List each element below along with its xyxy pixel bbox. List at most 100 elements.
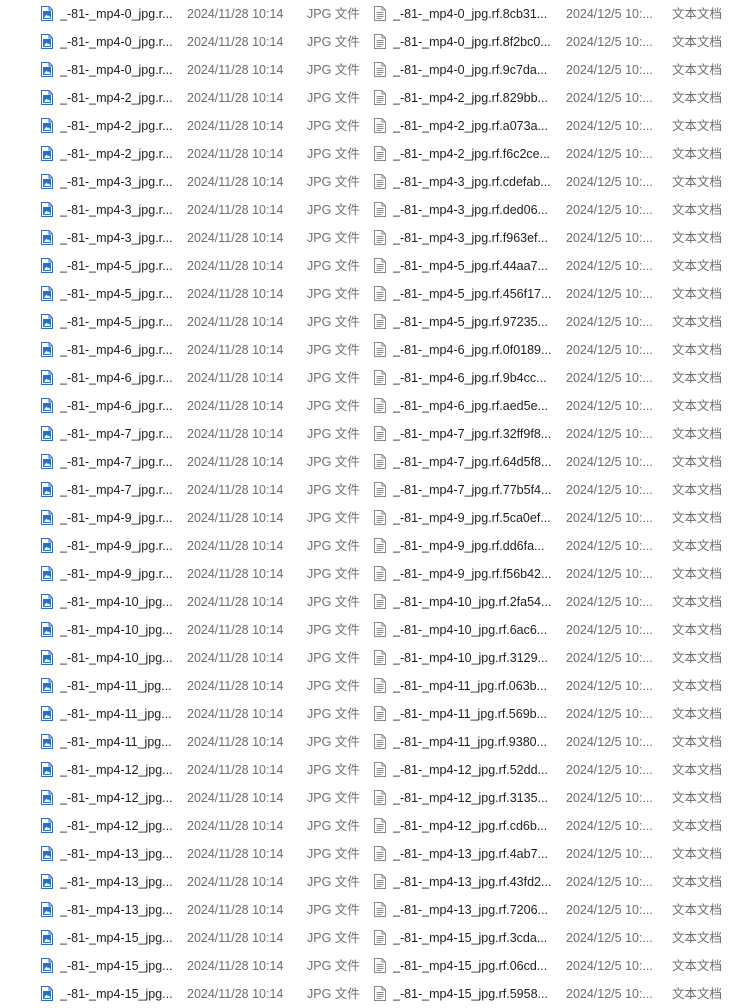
- jpg-file-name[interactable]: _-81-_mp4-10_jpg...: [60, 644, 178, 672]
- jpg-file-name[interactable]: _-81-_mp4-3_jpg.r...: [60, 168, 178, 196]
- text-file-icon: [374, 846, 386, 861]
- jpg-file-name[interactable]: _-81-_mp4-3_jpg.r...: [60, 224, 178, 252]
- text-file-icon: [374, 790, 386, 805]
- jpg-file-name[interactable]: _-81-_mp4-9_jpg.r...: [60, 532, 178, 560]
- jpg-file-icon: [41, 258, 53, 273]
- jpg-file-icon: [41, 90, 53, 105]
- txt-file-name[interactable]: _-81-_mp4-9_jpg.rf.f56b42...: [393, 560, 555, 588]
- jpg-file-date: 2024/11/28 10:14: [187, 119, 284, 133]
- jpg-file-name[interactable]: _-81-_mp4-2_jpg.r...: [60, 140, 178, 168]
- jpg-file-name[interactable]: _-81-_mp4-2_jpg.r...: [60, 112, 178, 140]
- jpg-file-name[interactable]: _-81-_mp4-7_jpg.r...: [60, 448, 178, 476]
- jpg-file-name[interactable]: _-81-_mp4-0_jpg.r...: [60, 56, 178, 84]
- txt-file-name[interactable]: _-81-_mp4-3_jpg.rf.cdefab...: [393, 168, 555, 196]
- txt-file-name[interactable]: _-81-_mp4-13_jpg.rf.7206...: [393, 896, 555, 924]
- txt-file-name[interactable]: _-81-_mp4-7_jpg.rf.32ff9f8...: [393, 420, 555, 448]
- jpg-file-type: JPG 文件: [307, 7, 360, 21]
- jpg-file-name[interactable]: _-81-_mp4-15_jpg...: [60, 952, 178, 980]
- jpg-file-name[interactable]: _-81-_mp4-10_jpg...: [60, 616, 178, 644]
- txt-file-type: 文本文档: [672, 119, 723, 133]
- file-row: _-81-_mp4-15_jpg... 2024/11/28 10:14 JPG 文…: [0, 924, 750, 952]
- jpg-file-name[interactable]: _-81-_mp4-9_jpg.r...: [60, 560, 178, 588]
- jpg-file-name[interactable]: _-81-_mp4-12_jpg...: [60, 784, 178, 812]
- txt-file-name[interactable]: _-81-_mp4-11_jpg.rf.569b...: [393, 700, 555, 728]
- txt-file-name[interactable]: _-81-_mp4-10_jpg.rf.3129...: [393, 644, 555, 672]
- txt-file-name[interactable]: _-81-_mp4-9_jpg.rf.5ca0ef...: [393, 504, 555, 532]
- txt-file-date: 2024/12/5 10:...: [566, 287, 653, 301]
- txt-file-name[interactable]: _-81-_mp4-13_jpg.rf.43fd2...: [393, 868, 555, 896]
- jpg-file-name[interactable]: _-81-_mp4-11_jpg...: [60, 700, 178, 728]
- txt-file-name[interactable]: _-81-_mp4-5_jpg.rf.97235...: [393, 308, 555, 336]
- jpg-file-name[interactable]: _-81-_mp4-0_jpg.r...: [60, 28, 178, 56]
- txt-file-name[interactable]: _-81-_mp4-5_jpg.rf.456f17...: [393, 280, 555, 308]
- txt-file-name[interactable]: _-81-_mp4-7_jpg.rf.77b5f4...: [393, 476, 555, 504]
- jpg-file-name[interactable]: _-81-_mp4-15_jpg...: [60, 924, 178, 952]
- txt-file-type: 文本文档: [672, 791, 723, 805]
- jpg-file-name[interactable]: _-81-_mp4-3_jpg.r...: [60, 196, 178, 224]
- file-row: _-81-_mp4-5_jpg.r... 2024/11/28 10:14 JPG …: [0, 252, 750, 280]
- txt-file-name[interactable]: _-81-_mp4-13_jpg.rf.4ab7...: [393, 840, 555, 868]
- txt-file-name[interactable]: _-81-_mp4-6_jpg.rf.aed5e...: [393, 392, 555, 420]
- txt-file-type: 文本文档: [672, 903, 723, 917]
- jpg-file-name[interactable]: _-81-_mp4-5_jpg.r...: [60, 252, 178, 280]
- txt-file-name[interactable]: _-81-_mp4-2_jpg.rf.f6c2ce...: [393, 140, 555, 168]
- jpg-file-icon: [41, 594, 53, 609]
- txt-file-type: 文本文档: [672, 567, 723, 581]
- txt-file-name[interactable]: _-81-_mp4-10_jpg.rf.6ac6...: [393, 616, 555, 644]
- jpg-file-name[interactable]: _-81-_mp4-10_jpg...: [60, 588, 178, 616]
- txt-file-name[interactable]: _-81-_mp4-15_jpg.rf.06cd...: [393, 952, 555, 980]
- text-file-icon: [374, 650, 386, 665]
- txt-file-date: 2024/12/5 10:...: [566, 119, 653, 133]
- jpg-file-name[interactable]: _-81-_mp4-6_jpg.r...: [60, 392, 178, 420]
- txt-file-name[interactable]: _-81-_mp4-2_jpg.rf.829bb...: [393, 84, 555, 112]
- file-row: _-81-_mp4-2_jpg.r... 2024/11/28 10:14 JPG …: [0, 112, 750, 140]
- txt-file-name[interactable]: _-81-_mp4-6_jpg.rf.9b4cc...: [393, 364, 555, 392]
- txt-file-name[interactable]: _-81-_mp4-0_jpg.rf.9c7da...: [393, 56, 555, 84]
- txt-file-name[interactable]: _-81-_mp4-15_jpg.rf.3cda...: [393, 924, 555, 952]
- jpg-file-name[interactable]: _-81-_mp4-5_jpg.r...: [60, 308, 178, 336]
- txt-file-name[interactable]: _-81-_mp4-2_jpg.rf.a073a...: [393, 112, 555, 140]
- file-row: _-81-_mp4-9_jpg.r... 2024/11/28 10:14 JPG …: [0, 532, 750, 560]
- txt-file-type: 文本文档: [672, 623, 723, 637]
- jpg-file-name[interactable]: _-81-_mp4-13_jpg...: [60, 896, 178, 924]
- jpg-file-name[interactable]: _-81-_mp4-12_jpg...: [60, 756, 178, 784]
- txt-file-name[interactable]: _-81-_mp4-9_jpg.rf.dd6fa...: [393, 532, 555, 560]
- jpg-file-name[interactable]: _-81-_mp4-2_jpg.r...: [60, 84, 178, 112]
- jpg-file-type: JPG 文件: [307, 287, 360, 301]
- txt-file-name[interactable]: _-81-_mp4-10_jpg.rf.2fa54...: [393, 588, 555, 616]
- txt-file-name[interactable]: _-81-_mp4-6_jpg.rf.0f0189...: [393, 336, 555, 364]
- txt-file-name[interactable]: _-81-_mp4-12_jpg.rf.52dd...: [393, 756, 555, 784]
- jpg-file-date: 2024/11/28 10:14: [187, 147, 284, 161]
- file-row: _-81-_mp4-7_jpg.r... 2024/11/28 10:14 JPG …: [0, 476, 750, 504]
- jpg-file-name[interactable]: _-81-_mp4-13_jpg...: [60, 840, 178, 868]
- txt-file-name[interactable]: _-81-_mp4-5_jpg.rf.44aa7...: [393, 252, 555, 280]
- txt-file-name[interactable]: _-81-_mp4-12_jpg.rf.3135...: [393, 784, 555, 812]
- jpg-file-name[interactable]: _-81-_mp4-9_jpg.r...: [60, 504, 178, 532]
- jpg-file-name[interactable]: _-81-_mp4-7_jpg.r...: [60, 476, 178, 504]
- txt-file-name[interactable]: _-81-_mp4-11_jpg.rf.063b...: [393, 672, 555, 700]
- txt-file-name[interactable]: _-81-_mp4-7_jpg.rf.64d5f8...: [393, 448, 555, 476]
- txt-file-name[interactable]: _-81-_mp4-3_jpg.rf.f963ef...: [393, 224, 555, 252]
- jpg-file-name[interactable]: _-81-_mp4-0_jpg.r...: [60, 0, 178, 28]
- jpg-file-name[interactable]: _-81-_mp4-11_jpg...: [60, 672, 178, 700]
- jpg-file-name[interactable]: _-81-_mp4-12_jpg...: [60, 812, 178, 840]
- jpg-file-type: JPG 文件: [307, 455, 360, 469]
- jpg-file-name[interactable]: _-81-_mp4-6_jpg.r...: [60, 336, 178, 364]
- text-file-icon: [374, 958, 386, 973]
- text-file-icon: [374, 622, 386, 637]
- jpg-file-icon: [41, 650, 53, 665]
- jpg-file-name[interactable]: _-81-_mp4-13_jpg...: [60, 868, 178, 896]
- txt-file-name[interactable]: _-81-_mp4-12_jpg.rf.cd6b...: [393, 812, 555, 840]
- jpg-file-name[interactable]: _-81-_mp4-5_jpg.r...: [60, 280, 178, 308]
- txt-file-name[interactable]: _-81-_mp4-11_jpg.rf.9380...: [393, 728, 555, 756]
- text-file-icon: [374, 230, 386, 245]
- txt-file-name[interactable]: _-81-_mp4-0_jpg.rf.8f2bc0...: [393, 28, 555, 56]
- txt-file-name[interactable]: _-81-_mp4-0_jpg.rf.8cb31...: [393, 0, 555, 28]
- jpg-file-name[interactable]: _-81-_mp4-15_jpg...: [60, 980, 178, 1008]
- txt-file-date: 2024/12/5 10:...: [566, 7, 653, 21]
- jpg-file-name[interactable]: _-81-_mp4-6_jpg.r...: [60, 364, 178, 392]
- jpg-file-name[interactable]: _-81-_mp4-7_jpg.r...: [60, 420, 178, 448]
- txt-file-name[interactable]: _-81-_mp4-15_jpg.rf.5958...: [393, 980, 555, 1008]
- jpg-file-name[interactable]: _-81-_mp4-11_jpg...: [60, 728, 178, 756]
- txt-file-name[interactable]: _-81-_mp4-3_jpg.rf.ded06...: [393, 196, 555, 224]
